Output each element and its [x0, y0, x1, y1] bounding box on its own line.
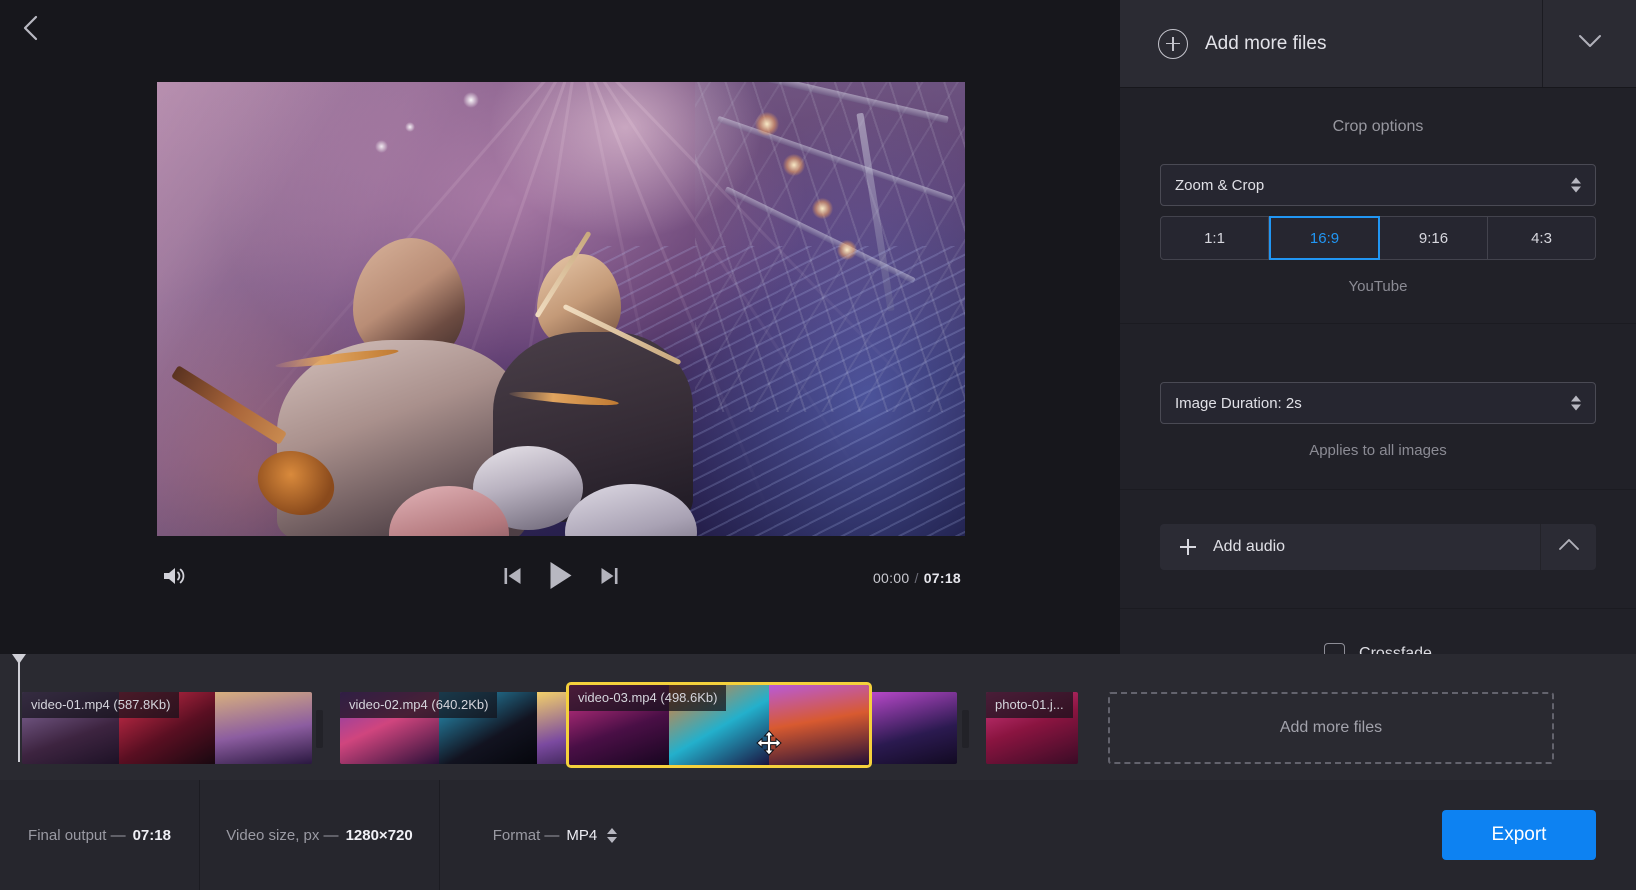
- preview-area: 00:00/ 07:18: [0, 0, 1120, 654]
- add-more-files-button[interactable]: Add more files: [1120, 0, 1542, 87]
- add-audio-button[interactable]: Add audio: [1160, 524, 1540, 570]
- volume-button[interactable]: [157, 561, 191, 595]
- ratio-button-16-9[interactable]: 16:9: [1269, 216, 1380, 260]
- add-more-files-label: Add more files: [1205, 33, 1326, 55]
- status-bar: Final output — 07:18 Video size, px — 12…: [0, 780, 1636, 890]
- video-size-label: Video size, px —: [226, 827, 338, 844]
- clip-thumbnails: [569, 685, 869, 765]
- clip-trim-handle[interactable]: [316, 710, 323, 748]
- timeline-strip: video-01.mp4 (587.8Kb) video-02.mp4 (640…: [0, 672, 1636, 762]
- clip-trim-handle[interactable]: [962, 710, 969, 748]
- player-controls: 00:00/ 07:18: [157, 556, 965, 600]
- timeline-clip-video-03[interactable]: video-03.mp4 (498.6Kb): [566, 682, 872, 768]
- play-button[interactable]: [549, 561, 574, 595]
- crop-options-title: Crop options: [1160, 88, 1596, 136]
- video-editor-app: 00:00/ 07:18 Add more files Crop options: [0, 0, 1636, 890]
- skip-next-icon: [600, 566, 620, 591]
- plus-circle-icon: [1158, 29, 1188, 59]
- timeline-dropzone-label: Add more files: [1280, 719, 1382, 737]
- preview-frame-image: [157, 82, 965, 536]
- add-audio-label: Add audio: [1213, 538, 1285, 556]
- timeline-dropzone[interactable]: Add more files: [1108, 692, 1554, 764]
- timeline[interactable]: video-01.mp4 (587.8Kb) video-02.mp4 (640…: [0, 654, 1636, 780]
- stepper-icon: [1571, 178, 1581, 193]
- time-display: 00:00/ 07:18: [873, 570, 961, 586]
- export-button[interactable]: Export: [1442, 810, 1596, 860]
- video-size-info: Video size, px — 1280×720: [200, 780, 440, 890]
- time-separator: /: [914, 570, 918, 586]
- final-output-info: Final output — 07:18: [0, 780, 200, 890]
- crop-hint: YouTube: [1160, 260, 1596, 323]
- video-size-value: 1280×720: [346, 827, 413, 844]
- current-time: 00:00: [873, 570, 910, 586]
- chevron-left-icon: [22, 15, 38, 41]
- format-selector[interactable]: Format — MP4: [440, 780, 670, 890]
- audio-section: Add audio: [1120, 524, 1636, 609]
- total-time: 07:18: [924, 570, 961, 586]
- plus-icon: [1180, 539, 1196, 555]
- image-duration-select[interactable]: Image Duration: 2s: [1160, 382, 1596, 424]
- transport-controls: [503, 561, 620, 595]
- skip-previous-icon: [503, 566, 523, 591]
- sidebar-collapse-button[interactable]: [1542, 0, 1636, 87]
- playhead[interactable]: [12, 654, 26, 762]
- ratio-button-1-1[interactable]: 1:1: [1160, 216, 1269, 260]
- sidebar-header: Add more files: [1120, 0, 1636, 88]
- clip-thumbnails: [986, 692, 1078, 764]
- final-output-value: 07:18: [133, 827, 171, 844]
- crop-options-section: Crop options Zoom & Crop 1:1 16:9 9:16 4…: [1120, 88, 1636, 324]
- aspect-ratio-group: 1:1 16:9 9:16 4:3: [1160, 216, 1596, 260]
- options-sidebar: Add more files Crop options Zoom & Crop …: [1120, 0, 1636, 654]
- crop-mode-value: Zoom & Crop: [1175, 177, 1264, 194]
- format-stepper-icon[interactable]: [607, 828, 617, 843]
- stepper-icon: [1571, 396, 1581, 411]
- timeline-clip-video-01[interactable]: video-01.mp4 (587.8Kb): [22, 692, 312, 764]
- timeline-clip-photo-01[interactable]: photo-01.j...: [986, 692, 1078, 764]
- audio-expand-button[interactable]: [1540, 524, 1596, 570]
- chevron-up-icon: [1558, 538, 1580, 556]
- add-audio-row: Add audio: [1160, 524, 1596, 570]
- ratio-button-9-16[interactable]: 9:16: [1380, 216, 1488, 260]
- image-duration-section: Image Duration: 2s Applies to all images: [1120, 324, 1636, 490]
- volume-icon: [162, 565, 186, 592]
- final-output-label: Final output —: [28, 827, 126, 844]
- back-button[interactable]: [10, 8, 50, 48]
- previous-button[interactable]: [503, 566, 523, 591]
- chevron-down-icon: [1578, 34, 1602, 53]
- format-label: Format —: [493, 827, 560, 844]
- image-duration-hint: Applies to all images: [1160, 424, 1596, 489]
- play-icon: [549, 561, 574, 595]
- video-preview[interactable]: [157, 82, 965, 536]
- next-button[interactable]: [600, 566, 620, 591]
- crop-mode-select[interactable]: Zoom & Crop: [1160, 164, 1596, 206]
- ratio-button-4-3[interactable]: 4:3: [1488, 216, 1596, 260]
- image-duration-value: Image Duration: 2s: [1175, 395, 1302, 412]
- clip-thumbnails: [22, 692, 312, 764]
- format-value: MP4: [566, 827, 597, 844]
